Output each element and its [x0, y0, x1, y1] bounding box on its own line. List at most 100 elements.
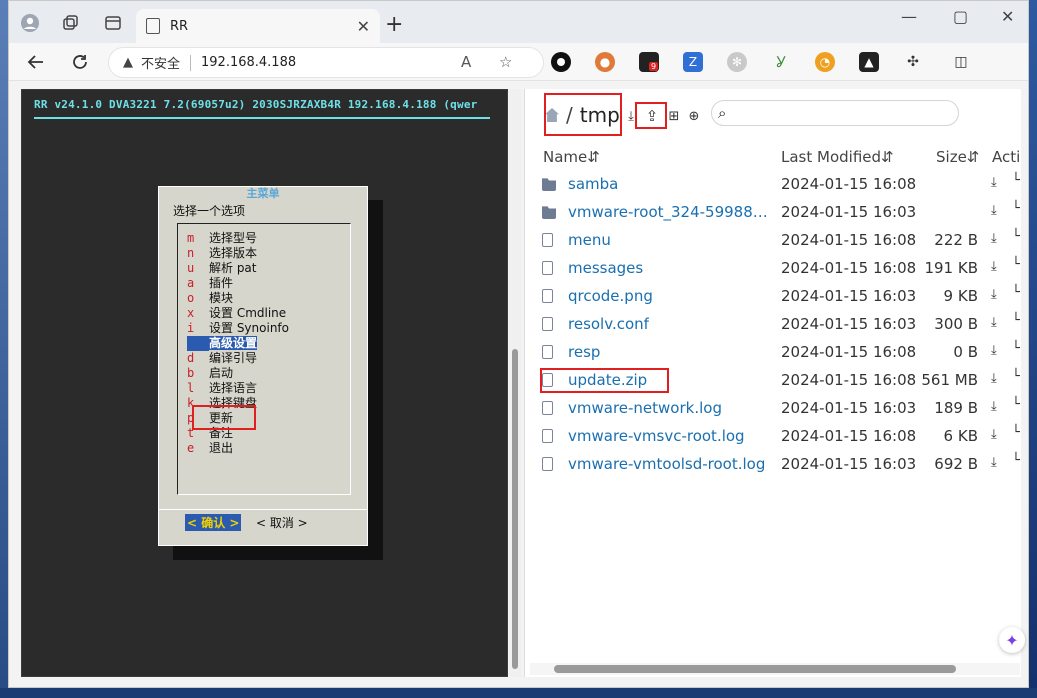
record-icon[interactable] — [551, 52, 571, 72]
badge-icon[interactable]: 9 — [639, 52, 659, 72]
download-folder-icon[interactable]: ⤓ — [622, 107, 640, 125]
file-size: 222 B — [934, 231, 978, 249]
profile-icon[interactable] — [17, 10, 43, 36]
read-aloud-icon[interactable]: A — [461, 53, 471, 71]
file-name-link[interactable]: menu — [568, 231, 611, 249]
new-file-icon[interactable]: ⊕ — [685, 107, 703, 125]
current-folder[interactable]: tmp — [580, 103, 620, 127]
column-name[interactable]: Name⇵ — [543, 148, 600, 166]
maximize-button[interactable]: ▢ — [953, 7, 968, 26]
leaf-icon[interactable]: Ỿ — [771, 52, 791, 72]
new-folder-icon[interactable]: ⊞ — [665, 107, 683, 125]
z-icon[interactable]: Z — [683, 52, 703, 72]
search-box[interactable]: ⌕ — [711, 100, 959, 126]
menu-item[interactable]: u 解析 pat — [187, 261, 257, 276]
menu-item[interactable]: e 退出 — [187, 441, 233, 456]
menu-item[interactable]: v 高级设置 — [187, 336, 258, 351]
desktop-bottom-edge — [0, 688, 1037, 698]
file-name-link[interactable]: vmware-vmsvc-root.log — [568, 427, 745, 445]
menu-item[interactable]: b 启动 — [187, 366, 233, 381]
cookie-icon[interactable]: ● — [595, 52, 615, 72]
download-icon[interactable]: ⤓ — [991, 399, 997, 414]
more-actions-icon[interactable]: └ — [1012, 285, 1020, 300]
home-icon[interactable] — [545, 108, 559, 122]
menu-item[interactable]: d 编译引导 — [187, 351, 257, 366]
terminal-scroll-thumb[interactable] — [512, 349, 518, 669]
more-actions-icon[interactable]: └ — [1012, 425, 1020, 440]
menu-item[interactable]: n 选择版本 — [187, 246, 257, 261]
address-bar[interactable]: ▲ 不安全 192.168.4.188 A ☆ — [108, 47, 544, 78]
gear-icon[interactable]: ✻ — [727, 52, 747, 72]
minimize-button[interactable]: — — [901, 7, 917, 26]
copilot-sparkle-icon[interactable]: ✦ — [999, 627, 1025, 653]
download-icon[interactable]: ⤓ — [991, 259, 997, 274]
terminal-scrollbar[interactable] — [509, 89, 521, 677]
upload-icon[interactable]: ⇪ — [643, 107, 661, 125]
menu-item-key: p — [187, 411, 195, 425]
file-browser-hscrollbar[interactable] — [530, 663, 1020, 675]
menu-item[interactable]: p 更新 — [187, 411, 233, 426]
file-name-link[interactable]: resp — [568, 343, 600, 361]
back-button[interactable] — [23, 49, 49, 75]
more-actions-icon[interactable]: └ — [1012, 453, 1020, 468]
puzzle-icon[interactable]: ✣ — [903, 52, 923, 72]
gauge-icon[interactable]: ◔ — [815, 52, 835, 72]
tab-actions-icon[interactable] — [100, 10, 126, 36]
favorite-star-icon[interactable]: ☆ — [499, 53, 512, 71]
menu-item[interactable]: o 模块 — [187, 291, 233, 306]
close-tab-icon[interactable]: ✕ — [357, 17, 370, 36]
download-icon[interactable]: ⤓ — [991, 455, 997, 470]
download-icon[interactable]: ⤓ — [991, 175, 997, 190]
cancel-button[interactable]: < 取消 > — [256, 514, 308, 531]
more-actions-icon[interactable]: └ — [1012, 369, 1020, 384]
terminal-pane[interactable]: RR v24.1.0 DVA3221 7.2(69057u2) 2030SJRZ… — [21, 89, 508, 677]
reload-button[interactable] — [67, 49, 93, 75]
url-text[interactable]: 192.168.4.188 — [201, 55, 296, 70]
file-name-link[interactable]: vmware-vmtoolsd-root.log — [568, 455, 765, 473]
file-name-link[interactable]: resolv.conf — [568, 315, 649, 333]
workspaces-icon[interactable] — [57, 10, 83, 36]
search-input[interactable] — [732, 105, 958, 121]
new-tab-button[interactable]: + — [385, 12, 403, 37]
more-actions-icon[interactable]: └ — [1012, 313, 1020, 328]
menu-item[interactable]: i 设置 Synoinfo — [187, 321, 289, 336]
hscroll-thumb[interactable] — [554, 665, 956, 673]
file-icon — [542, 317, 553, 331]
more-actions-icon[interactable]: └ — [1012, 201, 1020, 216]
menu-item[interactable]: l 选择语言 — [187, 381, 257, 396]
file-name-link[interactable]: vmware-network.log — [568, 399, 722, 417]
column-size[interactable]: Size⇵ — [936, 148, 979, 166]
menu-item[interactable]: k 选择键盘 — [187, 396, 257, 411]
file-name-link[interactable]: vmware-root_324-599888… — [568, 203, 773, 221]
download-icon[interactable]: ⤓ — [991, 427, 997, 442]
file-name-link[interactable]: samba — [568, 175, 618, 193]
close-window-button[interactable]: ✕ — [1001, 7, 1014, 26]
download-icon[interactable]: ⤓ — [991, 203, 997, 218]
security-label[interactable]: 不安全 — [141, 53, 180, 72]
file-name-link[interactable]: update.zip — [568, 371, 647, 389]
split-screen-icon[interactable]: ◫ — [951, 52, 971, 72]
more-actions-icon[interactable]: └ — [1012, 397, 1020, 412]
download-icon[interactable]: ⤓ — [991, 287, 997, 302]
menu-item[interactable]: a 插件 — [187, 276, 233, 291]
more-actions-icon[interactable]: └ — [1012, 341, 1020, 356]
file-name-link[interactable]: messages — [568, 259, 643, 277]
menu-item[interactable]: t 备注 — [187, 426, 233, 441]
download-icon[interactable]: ⤓ — [991, 315, 997, 330]
menu-item[interactable]: m 选择型号 — [187, 231, 257, 246]
more-actions-icon[interactable]: └ — [1012, 229, 1020, 244]
column-modified[interactable]: Last Modified⇵ — [781, 148, 894, 166]
file-name-link[interactable]: qrcode.png — [568, 287, 653, 305]
tab-rr[interactable]: RR ✕ — [136, 9, 380, 43]
menu-item-label: 选择型号 — [209, 231, 258, 245]
menu-item[interactable]: x 设置 Cmdline — [187, 306, 286, 321]
warning-icon[interactable]: ▲ — [123, 55, 133, 70]
file-icon — [542, 289, 553, 303]
download-icon[interactable]: ⤓ — [991, 343, 997, 358]
more-actions-icon[interactable]: └ — [1012, 173, 1020, 188]
a-icon[interactable]: ▲ — [859, 52, 879, 72]
confirm-button[interactable]: < 确认 > — [185, 514, 242, 531]
download-icon[interactable]: ⤓ — [991, 231, 997, 246]
more-actions-icon[interactable]: └ — [1012, 257, 1020, 272]
download-icon[interactable]: ⤓ — [991, 371, 997, 386]
